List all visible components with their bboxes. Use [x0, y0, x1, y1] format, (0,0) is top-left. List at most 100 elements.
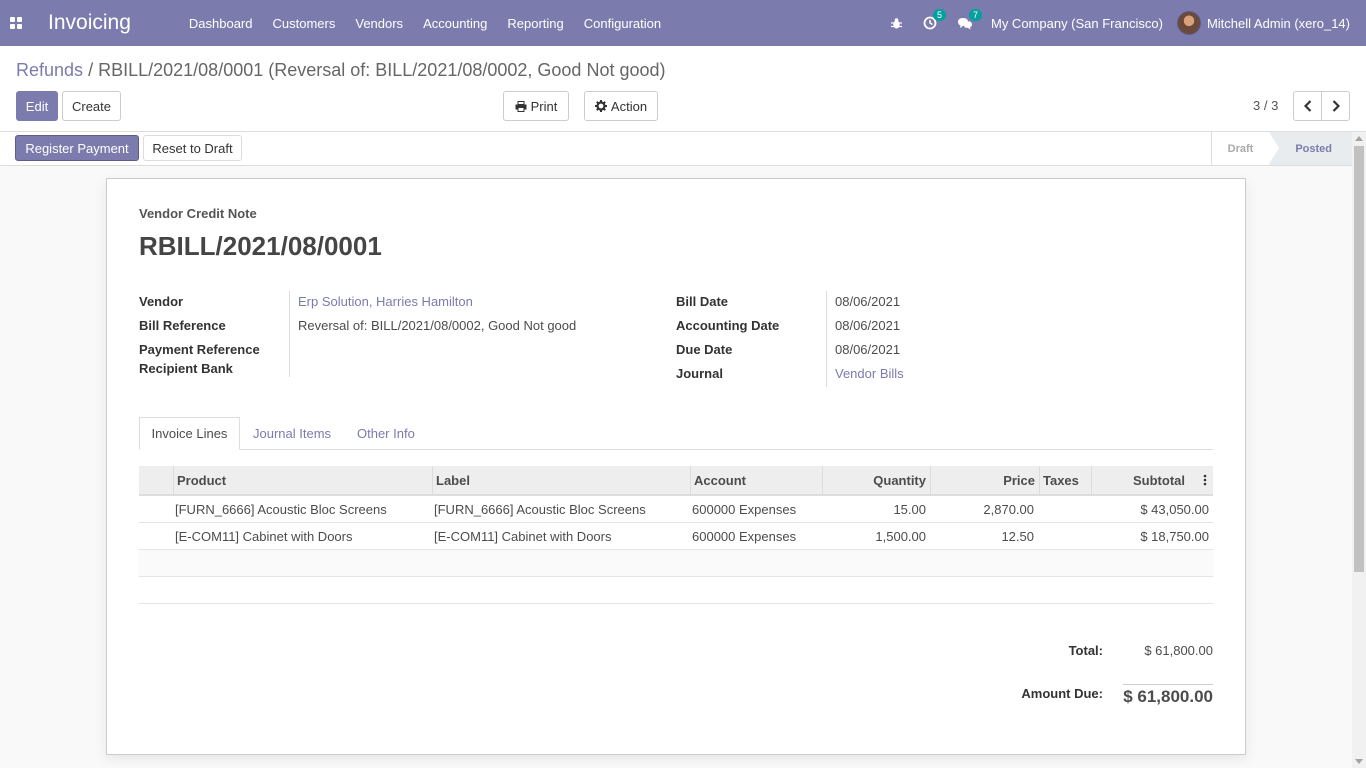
due-date-field: 08/06/2021: [835, 342, 901, 357]
table-header: Product Label Account Quantity Price Tax…: [139, 466, 1213, 496]
action-label: Action: [610, 98, 648, 114]
line-price: 2,870.00: [983, 502, 1034, 517]
total-value: $ 61,800.00: [1144, 643, 1213, 658]
activity-count-badge: 5: [932, 9, 946, 21]
notebook-tabs: Invoice Lines Journal Items Other Info: [139, 417, 1213, 450]
status-draft: Draft: [1227, 142, 1254, 155]
left-group-separator: [289, 291, 290, 377]
table-row[interactable]: [FURN_6666] Acoustic Bloc Screens [FURN_…: [139, 496, 1213, 523]
pager-next-button[interactable]: [1321, 91, 1350, 121]
column-quantity[interactable]: Quantity: [822, 466, 930, 494]
tab-invoice-lines[interactable]: Invoice Lines: [139, 417, 240, 450]
line-subtotal: $ 18,750.00: [1140, 529, 1209, 544]
scroll-thumb[interactable]: [1354, 146, 1364, 572]
menu-vendors[interactable]: Vendors: [345, 0, 413, 46]
register-payment-button[interactable]: Register Payment: [15, 135, 139, 161]
line-account: 600000 Expenses: [692, 529, 797, 544]
line-quantity: 1,500.00: [875, 529, 926, 544]
action-button[interactable]: Action: [584, 91, 658, 121]
gear-icon: [594, 100, 607, 112]
tab-journal-items[interactable]: Journal Items: [253, 417, 331, 450]
right-group-separator: [826, 291, 827, 387]
print-button[interactable]: Print: [503, 91, 569, 121]
pager-value[interactable]: 3 / 3: [1253, 98, 1278, 113]
scroll-down-arrow-icon[interactable]: [1355, 759, 1363, 764]
line-quantity: 15.00: [893, 502, 926, 517]
column-label[interactable]: Label: [432, 466, 690, 494]
optional-columns-icon[interactable]: [1203, 473, 1207, 487]
status-posted: Posted: [1269, 132, 1352, 165]
apps-menu-icon[interactable]: [0, 0, 32, 46]
recipient-bank-label: Recipient Bank: [139, 361, 233, 376]
bill-reference-field: Reversal of: BILL/2021/08/0002, Good Not…: [298, 318, 577, 333]
top-navbar: Invoicing Dashboard Customers Vendors Ac…: [0, 0, 1366, 46]
journal-label: Journal: [676, 366, 723, 381]
create-button[interactable]: Create: [62, 91, 121, 121]
scroll-up-arrow-icon[interactable]: [1355, 136, 1363, 141]
due-date-label: Due Date: [676, 342, 733, 357]
line-label: [FURN_6666] Acoustic Bloc Screens: [434, 502, 646, 517]
line-subtotal: $ 43,050.00: [1140, 502, 1209, 517]
menu-dashboard[interactable]: Dashboard: [179, 0, 263, 46]
user-menu[interactable]: Mitchell Admin (xero_14): [1176, 11, 1366, 35]
breadcrumb-current: RBILL/2021/08/0001 (Reversal of: BILL/20…: [98, 60, 666, 80]
chevron-right-icon: [1332, 100, 1340, 112]
line-product: [FURN_6666] Acoustic Bloc Screens: [175, 502, 387, 517]
print-label: Print: [530, 98, 558, 114]
breadcrumb-refunds[interactable]: Refunds: [16, 60, 83, 80]
tab-other-info[interactable]: Other Info: [357, 417, 415, 450]
app-name[interactable]: Invoicing: [48, 11, 131, 35]
breadcrumb-separator: /: [88, 60, 94, 80]
accounting-date-label: Accounting Date: [676, 318, 780, 333]
accounting-date-field: 08/06/2021: [835, 318, 901, 333]
column-taxes[interactable]: Taxes: [1039, 466, 1091, 494]
line-product: [E-COM11] Cabinet with Doors: [175, 529, 353, 544]
control-panel: Refunds / RBILL/2021/08/0001 (Reversal o…: [0, 46, 1366, 132]
vendor-field[interactable]: Erp Solution, Harries Hamilton: [298, 294, 473, 309]
status-steps: Draft Posted: [1210, 132, 1352, 165]
systray: 5 7 My Company (San Francisco) Mitchell …: [880, 0, 1366, 46]
vendor-label: Vendor: [139, 294, 184, 309]
amount-due-value: $ 61,800.00: [1123, 684, 1213, 707]
amount-due-label: Amount Due:: [1021, 686, 1103, 701]
column-price[interactable]: Price: [930, 466, 1039, 494]
reset-to-draft-button[interactable]: Reset to Draft: [143, 135, 242, 161]
message-count-badge: 7: [968, 9, 982, 21]
menu-reporting[interactable]: Reporting: [497, 0, 573, 46]
edit-button[interactable]: Edit: [16, 91, 58, 121]
journal-field[interactable]: Vendor Bills: [835, 366, 904, 381]
bill-date-label: Bill Date: [676, 294, 729, 309]
document-name: RBILL/2021/08/0001: [139, 231, 382, 261]
line-label: [E-COM11] Cabinet with Doors: [434, 529, 612, 544]
company-switcher[interactable]: My Company (San Francisco): [983, 16, 1177, 31]
messages-icon[interactable]: 7: [947, 0, 983, 46]
document-type: Vendor Credit Note: [139, 206, 257, 221]
column-product[interactable]: Product: [173, 466, 432, 494]
activity-clock-icon[interactable]: 5: [913, 0, 947, 46]
chevron-left-icon: [1303, 100, 1311, 112]
status-bar: Register Payment Reset to Draft Draft Po…: [0, 132, 1352, 166]
column-account[interactable]: Account: [690, 466, 822, 494]
avatar: [1176, 11, 1201, 35]
menu-accounting[interactable]: Accounting: [413, 0, 497, 46]
bug-icon[interactable]: [880, 0, 913, 46]
total-label: Total:: [1068, 643, 1103, 658]
column-subtotal[interactable]: Subtotal: [1091, 466, 1213, 494]
payment-reference-label: Payment Reference: [139, 342, 260, 357]
form-sheet: Vendor Credit Note RBILL/2021/08/0001 Ve…: [106, 178, 1246, 755]
menu-customers[interactable]: Customers: [263, 0, 346, 46]
table-row[interactable]: [E-COM11] Cabinet with Doors [E-COM11] C…: [139, 523, 1213, 550]
pager-previous-button[interactable]: [1293, 91, 1322, 121]
bill-date-field: 08/06/2021: [835, 294, 901, 309]
menu-configuration[interactable]: Configuration: [574, 0, 671, 46]
bill-reference-label: Bill Reference: [139, 318, 226, 333]
main-menu: Dashboard Customers Vendors Accounting R…: [179, 0, 671, 46]
empty-row: [139, 577, 1213, 604]
user-name: Mitchell Admin (xero_14): [1206, 15, 1350, 31]
empty-row: [139, 550, 1213, 577]
breadcrumb: Refunds / RBILL/2021/08/0001 (Reversal o…: [16, 60, 666, 81]
scrollbar[interactable]: [1352, 132, 1366, 768]
line-account: 600000 Expenses: [692, 502, 797, 517]
print-icon: [515, 100, 527, 112]
line-price: 12.50: [1001, 529, 1034, 544]
